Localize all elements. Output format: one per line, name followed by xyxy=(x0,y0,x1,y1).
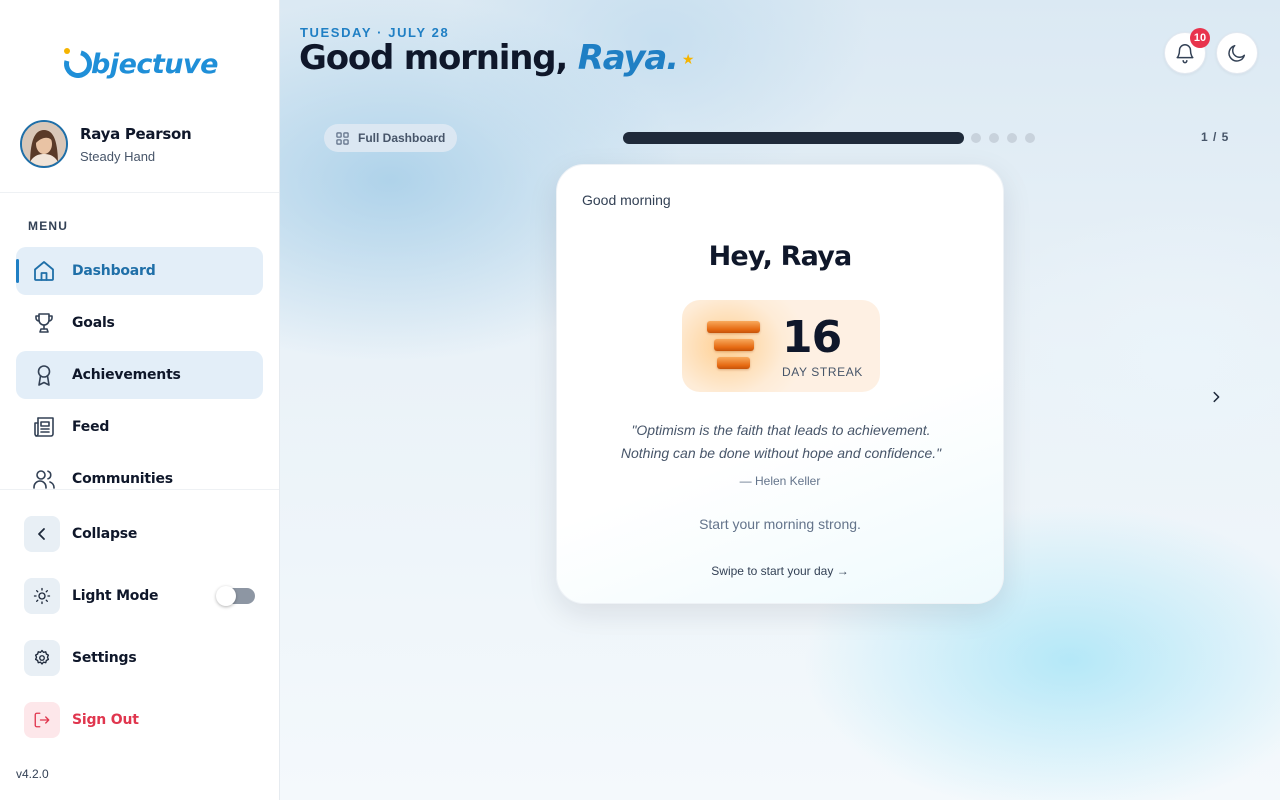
progress-dot[interactable] xyxy=(989,133,999,143)
sidebar-nav: Dashboard Goals Achievements Feed Commun… xyxy=(16,247,263,489)
page-counter: 1 / 5 xyxy=(1201,130,1230,144)
sidebar-item-goals[interactable]: Goals xyxy=(16,299,263,347)
log-out-icon xyxy=(24,702,60,738)
active-indicator xyxy=(16,259,19,283)
app-logo[interactable]: bjectuve xyxy=(58,44,218,84)
quote-author: — Helen Keller xyxy=(739,474,821,488)
sidebar-item-label: Achievements xyxy=(72,367,181,383)
home-icon xyxy=(32,259,56,283)
main-content: TUESDAY · JULY 28 Good morning, Raya. ★ 1… xyxy=(280,0,1280,800)
sign-out-button[interactable]: Sign Out xyxy=(24,702,264,738)
sidebar-item-label: Communities xyxy=(72,471,173,487)
streak-stack-icon xyxy=(707,320,763,372)
progress-dot[interactable] xyxy=(971,133,981,143)
streak-number: 16 xyxy=(782,312,842,363)
toggle-knob xyxy=(216,586,236,606)
quote-line: Nothing can be done without hope and con… xyxy=(620,445,942,461)
page-title: Good morning, Raya. ★ xyxy=(299,38,695,78)
chevron-right-icon xyxy=(1209,390,1223,404)
carousel-progress xyxy=(623,132,1043,144)
avatar xyxy=(20,120,68,168)
gear-icon xyxy=(24,640,60,676)
next-slide-button[interactable] xyxy=(1204,385,1228,409)
sidebar-item-communities[interactable]: Communities xyxy=(16,455,263,489)
newspaper-icon xyxy=(32,415,56,439)
collapse-button[interactable]: Collapse xyxy=(24,516,264,552)
dark-mode-button[interactable] xyxy=(1216,32,1258,74)
quote-text: "Optimism is the faith that leads to ach… xyxy=(577,419,985,465)
progress-dot[interactable] xyxy=(1025,133,1035,143)
award-icon xyxy=(32,363,56,387)
card-subtitle: Start your morning strong. xyxy=(699,516,861,532)
sidebar-divider xyxy=(0,192,279,193)
star-icon: ★ xyxy=(681,51,695,68)
sidebar-item-label: Feed xyxy=(72,419,110,435)
logo-dot-icon xyxy=(64,48,70,54)
profile-role: Steady Hand xyxy=(80,148,156,164)
grid-icon xyxy=(336,131,349,145)
menu-heading: MENU xyxy=(28,219,69,233)
light-mode-toggle[interactable] xyxy=(216,586,255,606)
notification-badge: 10 xyxy=(1190,28,1210,48)
progress-bar-active xyxy=(623,132,964,144)
full-dashboard-button[interactable]: Full Dashboard xyxy=(324,124,458,152)
greeting-name: Raya. xyxy=(577,38,679,78)
light-mode-label: Light Mode xyxy=(72,588,159,604)
chevron-left-icon xyxy=(24,516,60,552)
users-icon xyxy=(32,467,56,489)
sidebar-item-dashboard[interactable]: Dashboard xyxy=(16,247,263,295)
trophy-icon xyxy=(32,311,56,335)
sun-icon xyxy=(24,578,60,614)
morning-card[interactable]: Good morning Hey, Raya 16 DAY STREAK "Op… xyxy=(556,164,1004,604)
user-profile[interactable]: Raya Pearson Steady Hand xyxy=(20,120,260,168)
sidebar-item-label: Dashboard xyxy=(72,263,156,279)
swipe-cta[interactable]: Swipe to start your day → xyxy=(557,564,1003,578)
sidebar: bjectuve Raya Pearson Steady Hand MENU D… xyxy=(0,0,280,800)
greeting-prefix: Good morning, xyxy=(299,38,578,78)
collapse-label: Collapse xyxy=(72,526,138,542)
light-mode-row: Light Mode xyxy=(24,578,264,614)
card-title: Hey, Raya xyxy=(708,241,853,272)
settings-label: Settings xyxy=(72,650,137,666)
streak-label: DAY STREAK xyxy=(782,365,863,379)
card-greeting: Good morning xyxy=(582,192,671,208)
profile-name: Raya Pearson xyxy=(80,124,192,143)
logo-text: bjectuve xyxy=(91,48,218,80)
streak-widget: 16 DAY STREAK xyxy=(682,300,880,392)
settings-button[interactable]: Settings xyxy=(24,640,264,676)
quote-line: "Optimism is the faith that leads to ach… xyxy=(631,422,931,438)
sidebar-item-achievements[interactable]: Achievements xyxy=(16,351,263,399)
sidebar-divider xyxy=(0,489,279,490)
moon-icon xyxy=(1226,42,1248,64)
sign-out-label: Sign Out xyxy=(72,712,139,728)
app-version: v4.2.0 xyxy=(16,767,49,781)
sidebar-item-label: Goals xyxy=(72,315,115,331)
sidebar-item-feed[interactable]: Feed xyxy=(16,403,263,451)
full-dashboard-label: Full Dashboard xyxy=(358,131,446,145)
progress-dot[interactable] xyxy=(1007,133,1017,143)
